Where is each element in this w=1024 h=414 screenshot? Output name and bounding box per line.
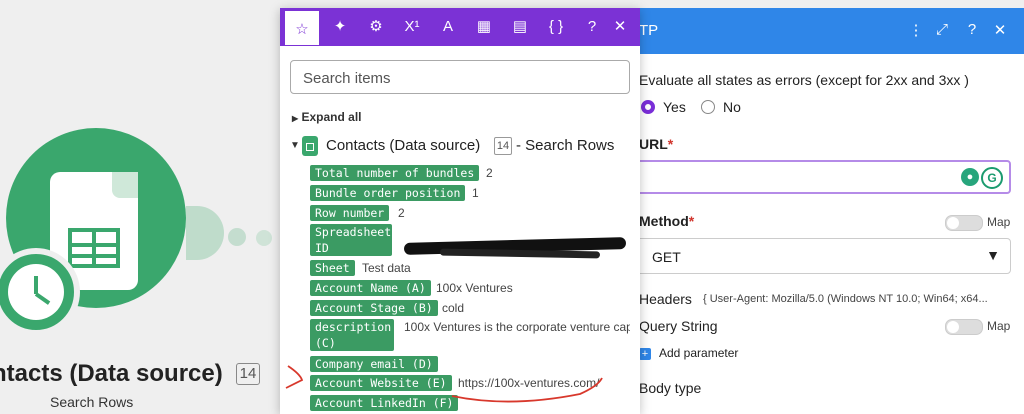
schedule-clock-icon[interactable] xyxy=(0,248,80,336)
headers-label: Headers xyxy=(639,291,692,307)
query-map-toggle[interactable] xyxy=(945,319,983,335)
map-label: Map xyxy=(987,215,1011,229)
clock-face xyxy=(8,264,64,320)
red-underline-mark xyxy=(451,377,603,403)
panel-header: TP ⋮ ⤢ ? ✕ xyxy=(611,8,1024,54)
sheet-grid xyxy=(68,228,120,268)
route-dot xyxy=(228,228,246,246)
radio-yes-label[interactable]: Yes xyxy=(663,99,686,115)
red-annotation xyxy=(285,365,603,403)
method-label-text: Method xyxy=(639,213,689,229)
method-label: Method* xyxy=(639,213,694,229)
radio-no[interactable] xyxy=(701,100,715,114)
help-icon[interactable]: ? xyxy=(963,21,981,38)
headers-value[interactable]: { User-Agent: Mozilla/5.0 (Windows NT 10… xyxy=(703,293,1011,305)
method-select[interactable]: GET ▼ xyxy=(635,238,1011,274)
url-label-text: URL xyxy=(639,136,668,152)
clock-hand xyxy=(34,276,38,294)
expand-icon[interactable]: ⤢ xyxy=(933,21,951,38)
method-value: GET xyxy=(652,249,681,265)
radio-no-label[interactable]: No xyxy=(723,99,741,115)
required-mark: * xyxy=(667,136,674,152)
clock-hand xyxy=(34,292,51,305)
module-subtitle: Search Rows xyxy=(50,394,134,410)
evaluate-errors-label: Evaluate all states as errors (except fo… xyxy=(639,72,969,88)
module-connector[interactable] xyxy=(186,206,224,260)
lightbulb-icon[interactable]: ● xyxy=(961,168,979,186)
grammarly-icon[interactable]: G xyxy=(981,167,1003,189)
url-input[interactable]: ● G xyxy=(635,160,1011,194)
query-string-label: Query String xyxy=(639,318,718,334)
add-parameter-link[interactable]: Add parameter xyxy=(659,346,738,360)
required-mark: * xyxy=(688,213,695,229)
sheet-fold xyxy=(112,172,138,198)
mapping-panel: ☆ ✦ ⚙ X¹ A ▦ ▤ { } ? ✕ ▶ Expand all ▼ Co… xyxy=(280,8,640,414)
more-vertical-icon[interactable]: ⋮ xyxy=(907,21,925,39)
caret-down-icon: ▼ xyxy=(986,247,1000,263)
add-icon[interactable]: + xyxy=(639,348,651,360)
panel-title: TP xyxy=(639,22,659,39)
route-dot xyxy=(256,230,272,246)
http-module-panel: TP ⋮ ⤢ ? ✕ Evaluate all states as errors… xyxy=(610,8,1024,414)
module-title: ntacts (Data source) xyxy=(0,360,223,387)
module-id-badge: 14 xyxy=(236,363,260,385)
radio-yes[interactable] xyxy=(641,100,655,114)
method-map-toggle[interactable] xyxy=(945,215,983,231)
body-type-label: Body type xyxy=(639,380,702,396)
url-label: URL* xyxy=(639,136,673,152)
map-label: Map xyxy=(987,319,1011,333)
red-arrow-mark xyxy=(285,365,304,389)
close-icon[interactable]: ✕ xyxy=(991,21,1009,39)
